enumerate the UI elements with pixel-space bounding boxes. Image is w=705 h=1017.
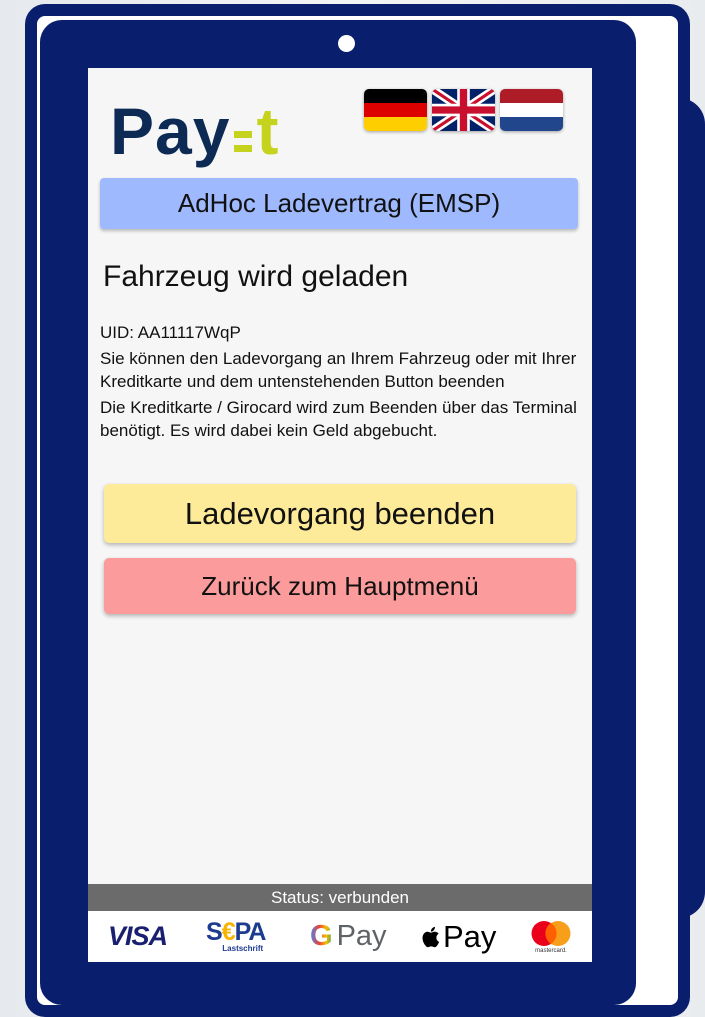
status-bar: Status: verbunden — [88, 884, 592, 911]
terminal-screen: Pay t AdHoc Ladevertrag (EMSP) Fahrzeug … — [88, 68, 592, 962]
mastercard-sub-text: mastercard. — [535, 947, 567, 954]
payeet-logo: Pay t — [110, 80, 278, 164]
info-text-2: Die Kreditkarte / Girocard wird zum Been… — [100, 398, 577, 440]
google-pay-text: Pay — [336, 920, 387, 952]
dutch-flag-icon[interactable] — [500, 89, 563, 131]
apple-icon — [422, 926, 440, 947]
back-to-main-menu-button[interactable]: Zurück zum Hauptmenü — [104, 558, 576, 614]
visa-logo: VISA — [108, 921, 168, 951]
page-title: Fahrzeug wird geladen — [103, 260, 409, 293]
google-g-icon: G — [310, 920, 333, 952]
payment-methods-bar: VISA S€PA Lastschrift G Pay Pay masterca… — [88, 911, 592, 962]
uid-line: UID: AA11117WqP — [100, 323, 241, 342]
charging-info: UID: AA11117WqP Sie können den Ladevorga… — [100, 321, 580, 442]
mastercard-circles-icon — [531, 920, 571, 946]
mastercard-logo: mastercard. — [529, 911, 573, 962]
apple-pay-text: Pay — [443, 918, 497, 954]
language-selector — [364, 89, 563, 131]
camera-dot — [338, 35, 355, 52]
uk-flag-icon[interactable] — [432, 89, 495, 131]
german-flag-icon[interactable] — [364, 89, 427, 131]
sepa-logo-main: S€PA — [206, 918, 266, 946]
apple-pay-logo: Pay — [420, 911, 496, 962]
logo-t-text: t — [256, 94, 279, 168]
logo-bars — [234, 131, 253, 152]
stop-charging-button[interactable]: Ladevorgang beenden — [104, 484, 576, 543]
sepa-logo: S€PA Lastschrift — [206, 911, 266, 962]
logo-pay-text: Pay — [110, 94, 231, 168]
sepa-logo-sub: Lastschrift — [222, 944, 264, 953]
info-text-1: Sie können den Ladevorgang an Ihrem Fahr… — [100, 349, 577, 391]
adhoc-contract-button[interactable]: AdHoc Ladevertrag (EMSP) — [100, 178, 578, 229]
google-pay-logo: G Pay — [310, 911, 387, 962]
